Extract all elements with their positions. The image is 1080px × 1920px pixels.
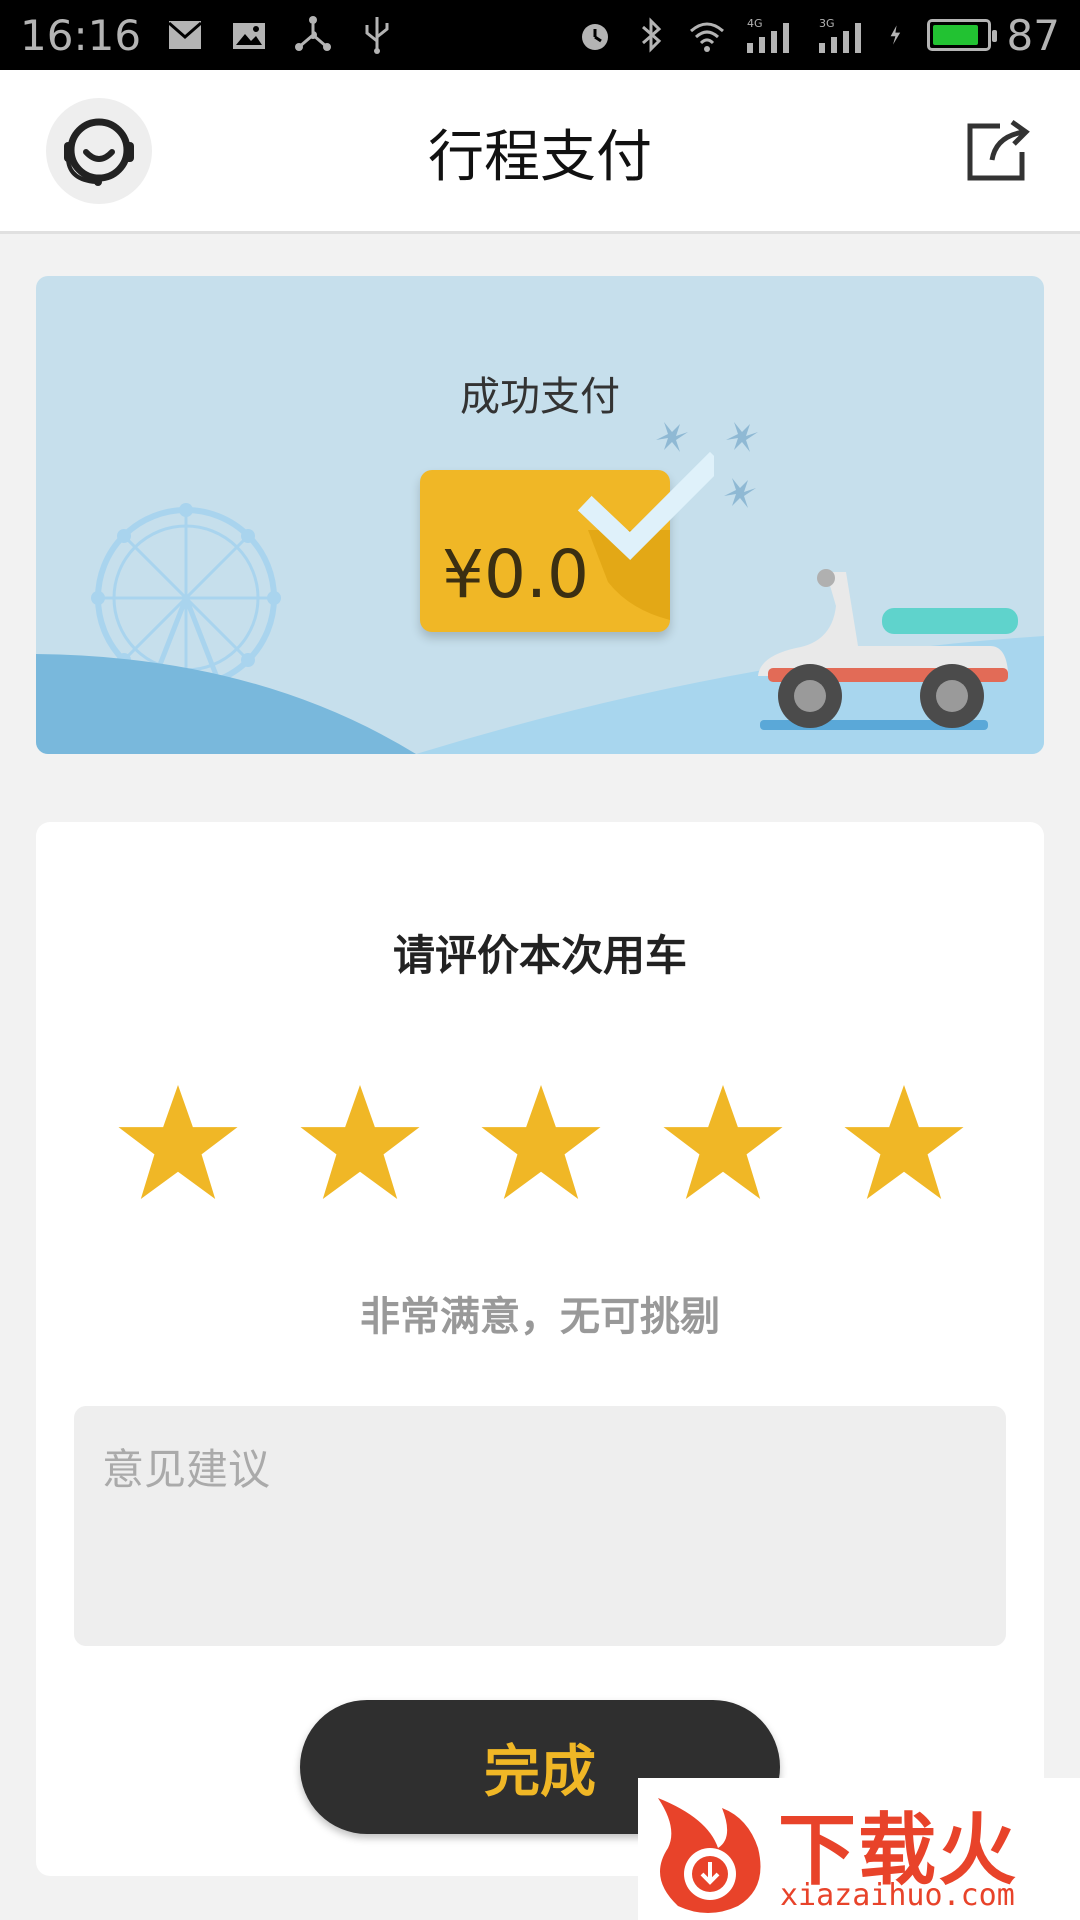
rating-card: 请评价本次用车 非常满意，无可挑剔 完成 bbox=[36, 822, 1044, 1876]
battery-level: 87 bbox=[1006, 10, 1060, 60]
status-right: 4G 3G 87 bbox=[575, 11, 1060, 60]
status-bar: 16:16 4G 3G 87 bbox=[0, 0, 1080, 70]
usb-icon bbox=[365, 17, 389, 54]
star-icon-1[interactable] bbox=[116, 1080, 240, 1204]
rating-title: 请评价本次用车 bbox=[392, 931, 687, 980]
star-icon-3[interactable] bbox=[479, 1080, 603, 1204]
hill-left bbox=[36, 654, 416, 754]
alarm-icon bbox=[581, 24, 608, 50]
bluetooth-icon bbox=[641, 17, 661, 53]
signal-3g-icon: 3G bbox=[818, 17, 861, 53]
share-network-icon bbox=[295, 16, 332, 51]
signal-3g-label: 3G bbox=[819, 17, 835, 30]
signal-4g-label: 4G bbox=[747, 17, 763, 30]
wifi-icon bbox=[689, 22, 724, 52]
watermark: 下载火 xiazaihuo.com bbox=[638, 1778, 1080, 1920]
mail-icon bbox=[168, 21, 203, 49]
watermark-url: xiazaihuo.com bbox=[780, 1878, 1015, 1913]
battery-fill bbox=[932, 25, 978, 45]
watermark-logo-icon bbox=[658, 1798, 761, 1913]
star-icon-4[interactable] bbox=[661, 1080, 785, 1204]
image-icon bbox=[233, 23, 266, 49]
star-rating[interactable] bbox=[116, 1080, 966, 1210]
feedback-input[interactable] bbox=[74, 1406, 1006, 1646]
checkmark-icon bbox=[577, 452, 714, 560]
share-icon[interactable] bbox=[962, 114, 1034, 186]
status-left: 16:16 bbox=[20, 11, 397, 60]
battery-icon bbox=[926, 19, 997, 51]
charging-icon bbox=[890, 25, 900, 45]
payment-amount: ¥0.0 bbox=[442, 536, 589, 613]
status-time: 16:16 bbox=[20, 10, 142, 60]
rating-description: 非常满意，无可挑剔 bbox=[360, 1294, 720, 1340]
signal-4g-icon: 4G bbox=[746, 17, 789, 53]
payment-success-card: 成功支付 ¥0.0 bbox=[36, 276, 1044, 754]
star-icon-2[interactable] bbox=[298, 1080, 422, 1204]
star-icon-5[interactable] bbox=[842, 1080, 966, 1204]
page-title: 行程支付 bbox=[428, 125, 652, 190]
nav-bar: 行程支付 bbox=[0, 70, 1080, 234]
payment-status-label: 成功支付 bbox=[460, 374, 620, 420]
